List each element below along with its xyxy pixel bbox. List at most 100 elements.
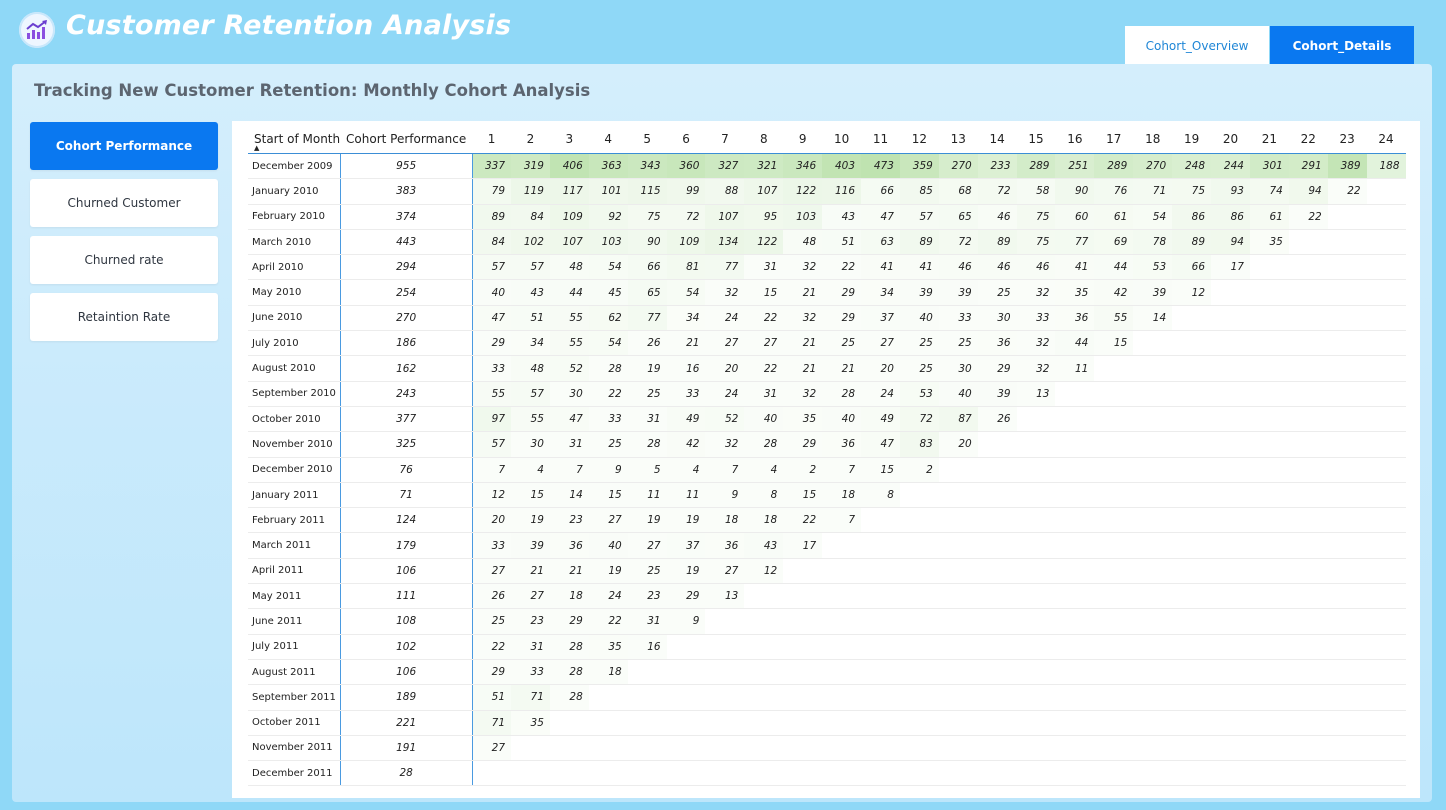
retention-cell: [744, 735, 784, 762]
retention-cell: [1327, 659, 1367, 686]
column-header-period[interactable]: 11: [861, 125, 900, 154]
retention-cell: [1133, 381, 1173, 407]
column-header-period[interactable]: 15: [1016, 125, 1056, 154]
retention-cell: 25: [588, 431, 628, 458]
retention-cell: 54: [588, 330, 628, 357]
column-header-period[interactable]: 16: [1055, 125, 1095, 154]
churned-rate-button[interactable]: Churned rate: [30, 236, 218, 284]
retention-cell: 22: [588, 381, 628, 407]
retention-cell: [783, 710, 823, 736]
retention-cell: [938, 710, 978, 736]
sort-ascending-icon[interactable]: ▲: [254, 145, 259, 152]
churned-customer-button[interactable]: Churned Customer: [30, 179, 218, 227]
retention-cell: 29: [549, 608, 589, 635]
retention-cell: [861, 583, 900, 610]
retention-cell: 42: [1094, 279, 1134, 306]
retention-cell: [666, 684, 706, 711]
cohort-month-cell: December 2009: [248, 153, 341, 180]
retention-cell: [1094, 355, 1134, 382]
retention-cell: [1055, 735, 1095, 762]
retention-cell: [899, 583, 939, 610]
retention-cell: 94: [1211, 229, 1250, 256]
column-header-cohort-performance[interactable]: Cohort Performance: [340, 125, 473, 154]
retention-cell: [861, 532, 900, 559]
retention-cell: [1211, 532, 1250, 559]
column-header-period[interactable]: 23: [1327, 125, 1367, 154]
column-header-period[interactable]: 18: [1133, 125, 1173, 154]
retention-cell: 8: [861, 482, 900, 509]
retention-cell: 25: [627, 381, 667, 407]
retention-cell: 31: [549, 431, 589, 458]
retention-cell: [1366, 457, 1406, 483]
retention-cell: [861, 634, 900, 660]
column-header-period[interactable]: 12: [899, 125, 939, 154]
retention-cell: 35: [511, 710, 550, 736]
retention-cell: [1366, 710, 1406, 736]
retention-cell: [977, 457, 1017, 483]
column-header-period[interactable]: 17: [1094, 125, 1134, 154]
cohort-performance-button[interactable]: Cohort Performance: [30, 122, 218, 170]
retention-cell: 43: [822, 204, 862, 230]
retention-cell: [1133, 457, 1173, 483]
column-header-period[interactable]: 9: [783, 125, 823, 154]
table-row: April 2010 294 57 57 48 54 66 81 77 31 32 22 41 41 46 4…: [248, 254, 1406, 281]
column-header-period[interactable]: 14: [977, 125, 1017, 154]
retention-cell: 77: [627, 305, 667, 332]
page-subtitle: Tracking New Customer Retention: Monthly…: [34, 81, 591, 100]
column-header-period[interactable]: 22: [1288, 125, 1328, 154]
cohort-month-cell: April 2010: [248, 254, 341, 281]
column-header-period[interactable]: 6: [666, 125, 706, 154]
retention-cell: [1133, 634, 1173, 660]
retention-cell: 15: [1094, 330, 1134, 357]
retention-cell: [1211, 457, 1250, 483]
retention-cell: 24: [861, 381, 900, 407]
column-header-period[interactable]: 24: [1366, 125, 1406, 154]
retention-cell: [822, 760, 862, 787]
retention-cell: 51: [471, 684, 512, 711]
retention-cell: [899, 558, 939, 585]
column-header-period[interactable]: 7: [705, 125, 745, 154]
retention-cell: 12: [471, 482, 512, 509]
column-header-period[interactable]: 2: [511, 125, 550, 154]
retention-cell: [744, 634, 784, 660]
column-header-period[interactable]: 4: [588, 125, 628, 154]
cohort-month-cell: February 2011: [248, 507, 341, 534]
retention-cell: [744, 684, 784, 711]
column-header-period[interactable]: 3: [549, 125, 589, 154]
column-header-start-of-month[interactable]: Start of Month ▲: [248, 125, 341, 154]
column-header-period[interactable]: 20: [1211, 125, 1250, 154]
retention-cell: [899, 735, 939, 762]
retention-cell: [822, 735, 862, 762]
tab-cohort-overview[interactable]: Cohort_Overview: [1125, 26, 1269, 66]
column-header-period[interactable]: 13: [938, 125, 978, 154]
retention-rate-button[interactable]: Retaintion Rate: [30, 293, 218, 341]
retention-cell: 75: [1016, 204, 1056, 230]
retention-cell: [705, 710, 745, 736]
cohort-size-cell: 186: [339, 330, 473, 357]
column-header-period[interactable]: 19: [1172, 125, 1212, 154]
retention-cell: 35: [1249, 229, 1289, 256]
tab-cohort-details[interactable]: Cohort_Details: [1270, 26, 1414, 66]
retention-cell: 28: [744, 431, 784, 458]
cohort-month-cell: May 2011: [248, 583, 341, 610]
retention-cell: [1211, 330, 1250, 357]
retention-cell: 18: [822, 482, 862, 509]
retention-cell: 251: [1055, 153, 1095, 180]
retention-cell: [783, 583, 823, 610]
column-header-period[interactable]: 8: [744, 125, 784, 154]
column-header-period[interactable]: 1: [472, 125, 512, 154]
retention-cell: 46: [938, 254, 978, 281]
retention-cell: [977, 608, 1017, 635]
retention-cell: 289: [1016, 153, 1056, 180]
retention-cell: [588, 684, 628, 711]
retention-cell: [1211, 355, 1250, 382]
retention-cell: 44: [1094, 254, 1134, 281]
column-header-period[interactable]: 21: [1249, 125, 1289, 154]
retention-cell: [1211, 406, 1250, 433]
retention-cell: 28: [588, 355, 628, 382]
column-header-period[interactable]: 5: [627, 125, 667, 154]
retention-cell: 34: [861, 279, 900, 306]
retention-cell: 103: [783, 204, 823, 230]
column-header-period[interactable]: 10: [822, 125, 862, 154]
cohort-month-cell: June 2010: [248, 305, 341, 332]
